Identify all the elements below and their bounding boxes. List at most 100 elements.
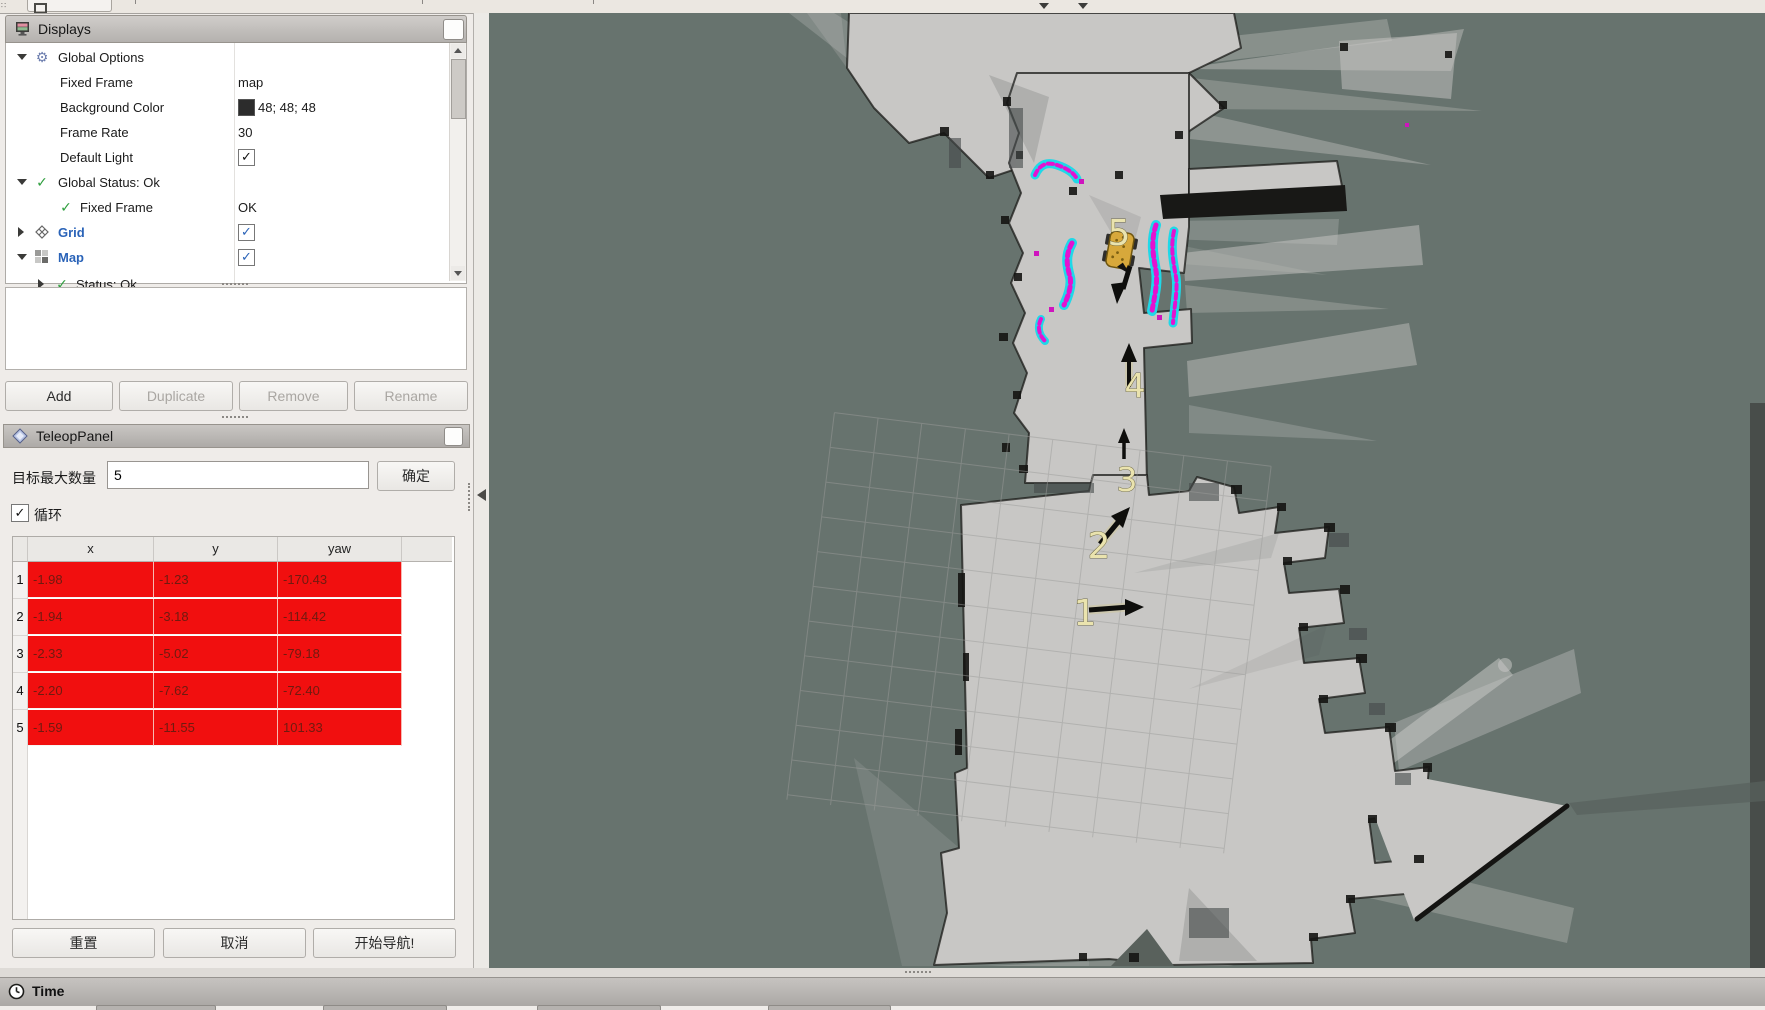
expand-arrow-icon[interactable] — [17, 254, 27, 260]
column-header-x[interactable]: x — [28, 537, 154, 562]
waypoint-label-3: 3 — [1117, 460, 1138, 499]
collapse-arrow-icon[interactable] — [477, 489, 486, 501]
dropdown-arrow-icon[interactable] — [1078, 3, 1088, 9]
displays-tree: ⚙ Global Options Fixed Frame map Backgro… — [5, 43, 467, 284]
time-panel-button[interactable] — [537, 1005, 661, 1010]
dropdown-arrow-icon[interactable] — [1039, 3, 1049, 9]
tree-row-global-status[interactable]: ✓ Global Status: Ok — [6, 170, 446, 195]
panel-title: TeleopPanel — [36, 428, 113, 444]
tool-button[interactable] — [27, 0, 112, 12]
panel-title: Displays — [38, 21, 91, 37]
cell-y[interactable]: -11.55 — [154, 710, 278, 746]
cell-x[interactable]: -2.33 — [28, 636, 154, 672]
expand-arrow-icon[interactable] — [17, 54, 27, 60]
checkbox[interactable]: ✓ — [238, 149, 255, 166]
cell-y[interactable]: -5.02 — [154, 636, 278, 672]
tree-value[interactable]: map — [238, 75, 263, 90]
horizontal-splitter[interactable] — [0, 968, 1765, 977]
row-header[interactable]: 4 — [13, 673, 28, 710]
checkbox[interactable]: ✓ — [238, 224, 255, 241]
vertical-splitter[interactable] — [473, 13, 490, 968]
row-header[interactable]: 3 — [13, 636, 28, 673]
cell-x[interactable]: -1.59 — [28, 710, 154, 746]
scroll-down-icon — [454, 271, 462, 276]
expand-arrow-icon[interactable] — [17, 179, 27, 185]
cell-yaw[interactable]: 101.33 — [278, 710, 402, 746]
scrollbar-thumb[interactable] — [451, 59, 466, 119]
cell-x[interactable]: -2.20 — [28, 673, 154, 709]
row-header[interactable]: 1 — [13, 562, 28, 599]
tree-row-default-light[interactable]: Default Light ✓ — [6, 145, 446, 170]
time-panel-button[interactable] — [323, 1005, 447, 1010]
tree-row-map[interactable]: Map ✓ — [6, 245, 446, 270]
cell-x[interactable]: -1.98 — [28, 562, 154, 598]
tree-value[interactable]: 48; 48; 48 — [258, 100, 316, 115]
tree-row-grid[interactable]: Grid ✓ — [6, 220, 446, 245]
loop-checkbox[interactable]: ✓ — [11, 504, 29, 522]
cell-y[interactable]: -7.62 — [154, 673, 278, 709]
table-row: 2-1.94-3.18-114.42 — [13, 599, 452, 636]
tool-icon — [34, 3, 47, 13]
cell-yaw[interactable]: -114.42 — [278, 599, 402, 635]
display-description-box — [5, 287, 467, 370]
cell-yaw[interactable]: -72.40 — [278, 673, 402, 709]
scroll-up-button[interactable] — [451, 44, 465, 58]
tree-value: OK — [238, 200, 257, 215]
column-header-empty — [402, 537, 452, 562]
tree-label: Global Status: Ok — [58, 175, 160, 190]
loop-label: 循环 — [34, 505, 62, 525]
tree-row-status-fixed-frame[interactable]: ✓ Fixed Frame OK — [6, 195, 446, 220]
gear-icon: ⚙ — [34, 49, 50, 65]
splitter-handle[interactable] — [222, 416, 248, 418]
cancel-button[interactable]: 取消 — [163, 928, 306, 958]
panel-detach-button[interactable] — [444, 427, 463, 446]
duplicate-display-button[interactable]: Duplicate — [119, 381, 233, 411]
time-panel-button[interactable] — [768, 1005, 891, 1010]
start-navigation-button[interactable]: 开始导航! — [313, 928, 456, 958]
table-row: 4-2.20-7.62-72.40 — [13, 673, 452, 710]
color-swatch[interactable] — [238, 99, 255, 116]
row-header[interactable]: 5 — [13, 710, 28, 747]
panel-detach-button[interactable] — [443, 19, 464, 40]
rename-display-button[interactable]: Rename — [354, 381, 468, 411]
tree-label: Default Light — [60, 150, 133, 165]
column-header-yaw[interactable]: yaw — [278, 537, 402, 562]
column-header-y[interactable]: y — [154, 537, 278, 562]
cell-y[interactable]: -1.23 — [154, 562, 278, 598]
status-ok-icon: ✓ — [58, 199, 74, 215]
checkbox[interactable]: ✓ — [238, 249, 255, 266]
tree-row-global-options[interactable]: ⚙ Global Options — [6, 45, 446, 70]
status-ok-icon: ✓ — [34, 174, 50, 190]
table-row: 1-1.98-1.23-170.43 — [13, 562, 452, 599]
waypoint-table: x y yaw 1-1.98-1.23-170.432-1.94-3.18-11… — [12, 536, 455, 920]
tree-label: Fixed Frame — [60, 75, 133, 90]
row-header[interactable]: 2 — [13, 599, 28, 636]
cell-yaw[interactable]: -79.18 — [278, 636, 402, 672]
tree-label: Grid — [58, 225, 85, 240]
tree-row-frame-rate[interactable]: Frame Rate 30 — [6, 120, 446, 145]
tree-row-fixed-frame[interactable]: Fixed Frame map — [6, 70, 446, 95]
tree-scrollbar[interactable] — [449, 43, 466, 281]
tree-row-background-color[interactable]: Background Color 48; 48; 48 — [6, 95, 446, 120]
cell-y[interactable]: -3.18 — [154, 599, 278, 635]
confirm-button[interactable]: 确定 — [377, 461, 455, 491]
scroll-down-button[interactable] — [451, 266, 465, 280]
expand-arrow-icon[interactable] — [18, 227, 24, 237]
goal-count-input[interactable] — [107, 461, 369, 489]
goal-count-label: 目标最大数量 — [12, 468, 96, 488]
table-corner-header — [13, 537, 28, 562]
add-display-button[interactable]: Add — [5, 381, 113, 411]
time-panel-button[interactable] — [96, 1005, 216, 1010]
splitter-handle[interactable] — [222, 283, 248, 285]
teleop-panel-header: TeleopPanel — [3, 424, 470, 448]
reset-button[interactable]: 重置 — [12, 928, 155, 958]
clock-icon — [8, 983, 25, 1000]
splitter-dots — [905, 971, 931, 973]
map-viewport[interactable]: 5 4 3 2 1 — [489, 13, 1765, 968]
waypoint-label-2: 2 — [1088, 526, 1111, 567]
tree-value[interactable]: 30 — [238, 125, 252, 140]
cell-x[interactable]: -1.94 — [28, 599, 154, 635]
remove-display-button[interactable]: Remove — [239, 381, 348, 411]
displays-icon — [15, 21, 31, 37]
cell-yaw[interactable]: -170.43 — [278, 562, 402, 598]
